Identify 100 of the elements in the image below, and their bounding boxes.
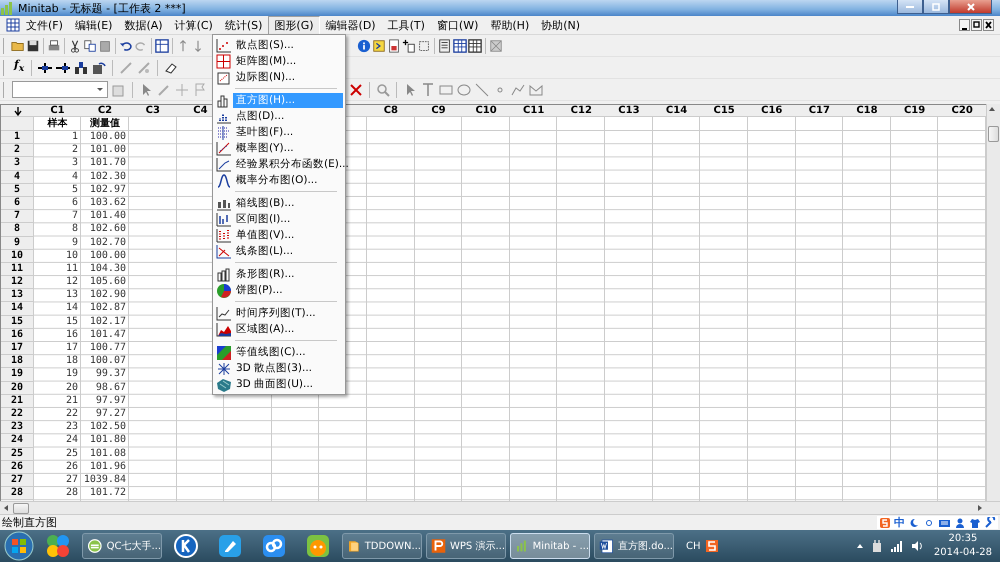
- menu-item[interactable]: 区间图(I)...: [233, 212, 343, 226]
- row-header[interactable]: 20: [1, 382, 34, 395]
- row-header[interactable]: 12: [1, 276, 34, 290]
- table-cell-text: 97.27: [96, 408, 127, 421]
- function-button[interactable]: f$_{x}$: [12, 58, 26, 77]
- column-header[interactable]: C4: [193, 105, 208, 116]
- menu-item[interactable]: 工具(T): [382, 16, 431, 34]
- row-header[interactable]: 21: [1, 394, 34, 408]
- menu-item[interactable]: 经验累积分布函数(E)...: [233, 156, 349, 172]
- row-header[interactable]: 8: [1, 223, 34, 236]
- column-header[interactable]: C9: [431, 105, 446, 116]
- menu-item[interactable]: 条形图(R)...: [233, 266, 343, 282]
- taskbar-button[interactable]: WPS 演示...: [426, 533, 506, 559]
- row-header[interactable]: 1: [1, 131, 34, 144]
- menu-item[interactable]: 数据(A): [118, 16, 169, 34]
- column-header[interactable]: C20: [952, 105, 973, 116]
- menu-item[interactable]: 点图(D)...: [233, 108, 343, 124]
- row-header[interactable]: 3: [1, 157, 34, 171]
- column-header[interactable]: C18: [856, 105, 878, 116]
- taskbar-button[interactable]: 直方图.do...: [594, 533, 674, 559]
- menu-item[interactable]: 帮助(H): [484, 16, 536, 34]
- menu-item[interactable]: 饼图(P)...: [233, 282, 343, 298]
- column-header[interactable]: C10: [475, 105, 497, 116]
- row-header[interactable]: 10: [1, 250, 34, 263]
- table-cell-text: 11: [66, 262, 79, 276]
- clock-time[interactable]: 20:35: [948, 532, 978, 546]
- row-header[interactable]: 18: [1, 355, 34, 368]
- menu-item[interactable]: 编辑(E): [68, 16, 118, 34]
- table-cell-text: 1039.84: [84, 474, 127, 487]
- menu-item[interactable]: 矩阵图(M)...: [233, 54, 343, 68]
- table-cell-text: 102.17: [90, 316, 127, 329]
- row-header[interactable]: 26: [1, 460, 34, 474]
- row-header[interactable]: 11: [1, 262, 34, 276]
- menu-item[interactable]: 线条图(L)...: [233, 244, 343, 258]
- table-cell-text: 3: [72, 157, 79, 170]
- row-header[interactable]: 6: [1, 196, 34, 210]
- menu-item[interactable]: 边际图(N)...: [233, 70, 343, 84]
- menu-item[interactable]: 编辑器(D): [320, 16, 382, 34]
- column-header[interactable]: C13: [618, 105, 640, 116]
- menu-item[interactable]: 文件(F): [20, 16, 69, 34]
- menu-item[interactable]: 等值线图(C)...: [233, 344, 343, 360]
- menu-item[interactable]: 区域图(A)...: [233, 322, 343, 336]
- column-name[interactable]: 测量值: [90, 117, 120, 130]
- menu-item[interactable]: 3D 散点图(3)...: [233, 360, 343, 376]
- table-cell-text: 2: [72, 144, 79, 158]
- column-header[interactable]: C16: [761, 105, 782, 116]
- column-header[interactable]: C8: [384, 105, 398, 116]
- row-header[interactable]: 9: [1, 236, 34, 250]
- language-indicator[interactable]: CH: [686, 540, 701, 552]
- row-header[interactable]: 24: [1, 434, 34, 448]
- table-cell-text: 101.47: [90, 328, 127, 342]
- menu-item[interactable]: 时间序列图(T)...: [233, 306, 343, 320]
- status-text: 绘制直方图: [2, 515, 57, 530]
- table-cell-text: 4: [72, 170, 79, 184]
- row-header[interactable]: 22: [1, 408, 34, 422]
- clock-date[interactable]: 2014-04-28: [934, 546, 992, 560]
- row-header[interactable]: 15: [1, 316, 34, 329]
- menu-item[interactable]: 统计(S): [218, 16, 268, 34]
- menu-item[interactable]: 概率分布图(O)...: [233, 172, 343, 188]
- row-header[interactable]: 17: [1, 342, 34, 356]
- menu-item[interactable]: 图形(G): [268, 16, 320, 34]
- taskbar-button[interactable]: TDDOWN...: [342, 533, 422, 559]
- table-cell-text: 104.30: [90, 262, 127, 276]
- row-header[interactable]: 27: [1, 474, 34, 488]
- row-header[interactable]: 23: [1, 421, 34, 434]
- row-header[interactable]: 16: [1, 328, 34, 342]
- ime-mode-label[interactable]: 中: [894, 515, 905, 530]
- menu-item[interactable]: 茎叶图(F)...: [233, 124, 343, 140]
- menu-item[interactable]: 箱线图(B)...: [233, 196, 343, 210]
- column-header[interactable]: C3: [146, 105, 160, 116]
- column-name[interactable]: 样本: [48, 117, 68, 130]
- table-cell-text: 100.77: [90, 342, 127, 355]
- row-header[interactable]: 5: [1, 184, 34, 197]
- row-header[interactable]: 13: [1, 289, 34, 302]
- menu-item[interactable]: 计算(C): [168, 16, 219, 34]
- column-header[interactable]: C14: [666, 105, 688, 116]
- menu-item[interactable]: 概率图(Y)...: [233, 140, 343, 156]
- menu-item[interactable]: 窗口(W): [430, 16, 484, 34]
- menu-item[interactable]: 单值图(V)...: [233, 228, 343, 242]
- table-cell-text: 24: [66, 434, 79, 448]
- column-header[interactable]: C17: [808, 105, 830, 116]
- row-header[interactable]: 4: [1, 170, 34, 184]
- taskbar-button[interactable]: QC七大手...: [82, 533, 162, 559]
- column-header[interactable]: C15: [714, 105, 735, 116]
- row-header[interactable]: 14: [1, 302, 34, 316]
- column-header[interactable]: C2: [98, 105, 112, 116]
- menu-item[interactable]: 3D 曲面图(U)...: [233, 376, 343, 392]
- row-header[interactable]: 7: [1, 210, 34, 224]
- row-header[interactable]: 28: [1, 487, 34, 500]
- ime-toolbar[interactable]: 中: [877, 516, 998, 529]
- row-header[interactable]: 2: [1, 144, 34, 158]
- table-cell-text: 101.08: [90, 448, 127, 460]
- column-header[interactable]: C1: [50, 105, 65, 116]
- menu-item[interactable]: 散点图(S)...: [233, 38, 343, 52]
- column-header[interactable]: C19: [904, 105, 926, 116]
- column-header[interactable]: C12: [570, 105, 592, 116]
- menu-item[interactable]: 协助(N): [535, 16, 586, 34]
- row-header[interactable]: 19: [1, 368, 34, 382]
- column-header[interactable]: C11: [523, 105, 544, 116]
- row-header[interactable]: 25: [1, 448, 34, 461]
